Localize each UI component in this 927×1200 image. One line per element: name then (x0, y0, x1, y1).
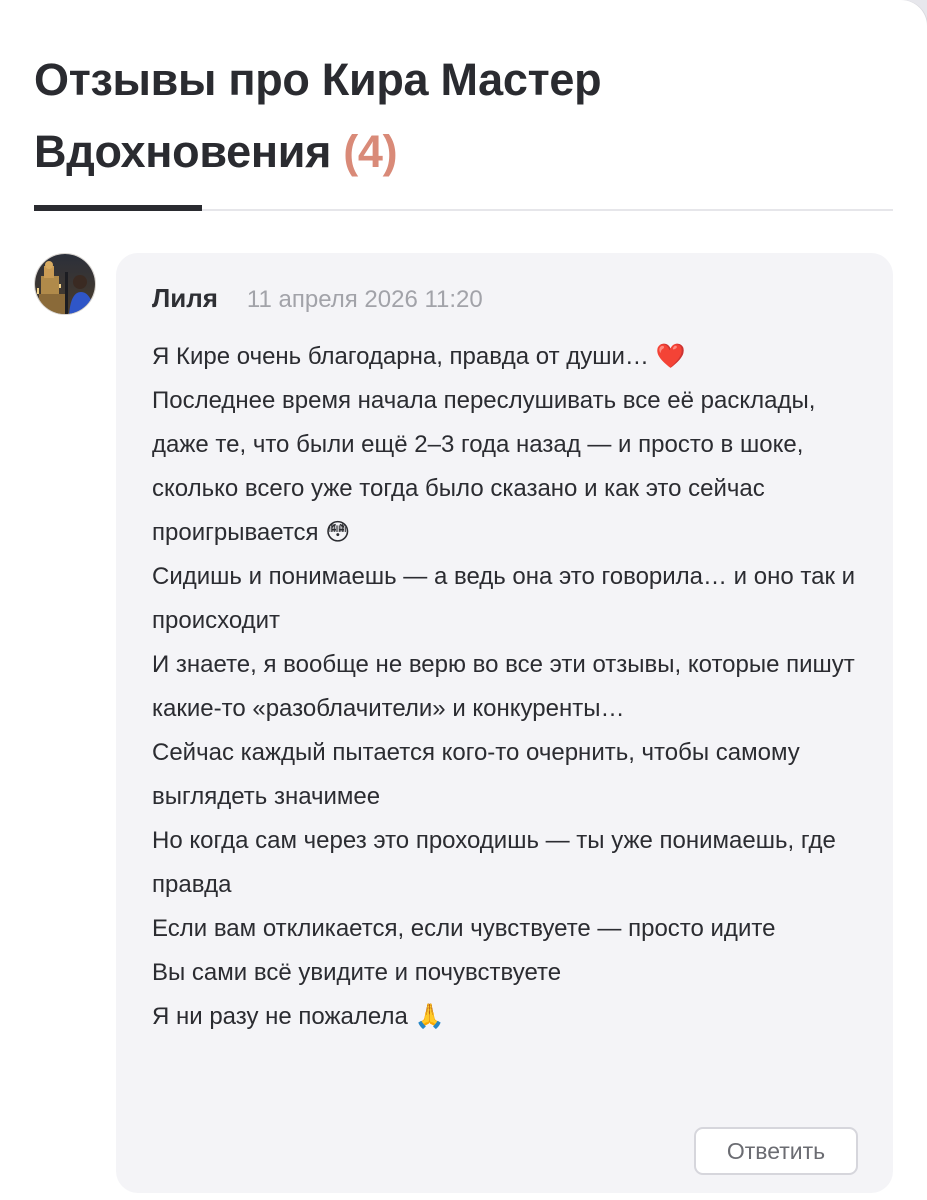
review-card: Лиля 11 апреля 2026 11:20 Я Кире очень б… (116, 253, 893, 1193)
review-header: Лиля 11 апреля 2026 11:20 (152, 283, 483, 319)
author-name[interactable]: Лиля (152, 283, 218, 314)
reply-button[interactable]: Ответить (694, 1127, 858, 1175)
avatar-image (35, 254, 95, 314)
page-title-text: Отзывы про Кира Мастер Вдохновения (34, 54, 602, 177)
review-date: 11 апреля 2026 11:20 (246, 286, 483, 313)
review-text: Я Кире очень благодарна, правда от души…… (152, 343, 856, 1030)
title-underline (34, 205, 202, 211)
page-title: Отзывы про Кира Мастер Вдохновения (4) (34, 44, 854, 188)
review-count: (4) (343, 126, 398, 177)
reviews-panel: Отзывы про Кира Мастер Вдохновения (4) Л… (0, 0, 927, 1200)
avatar[interactable] (34, 253, 96, 315)
